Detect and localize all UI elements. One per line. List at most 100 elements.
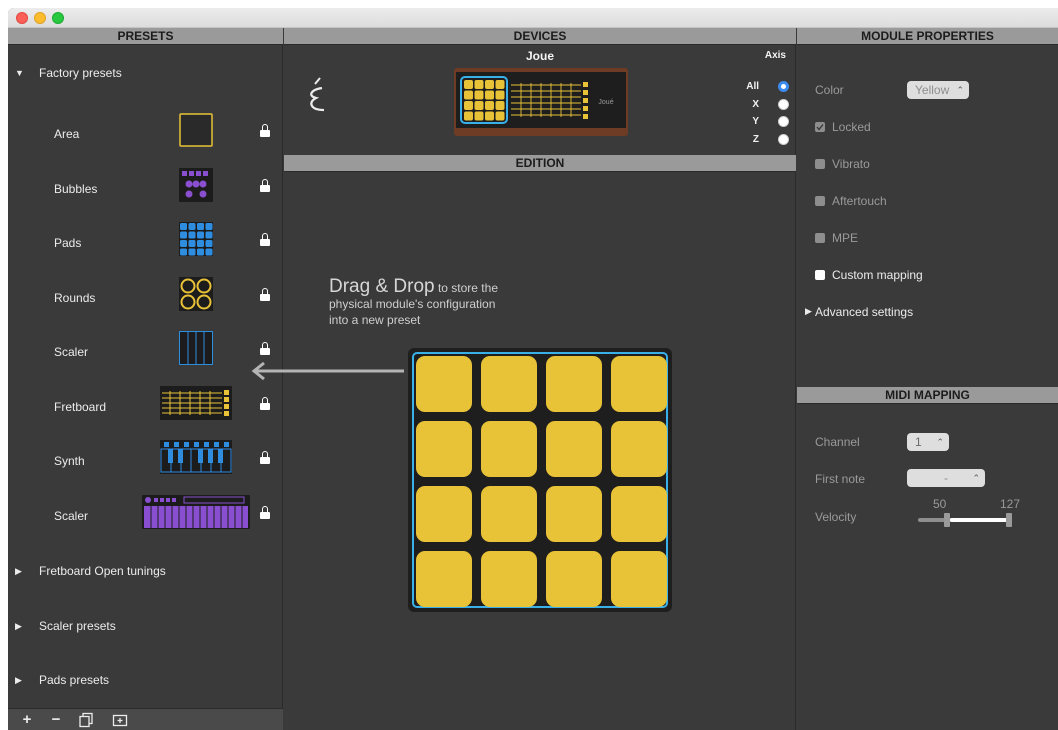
axis-z-radio[interactable] [778,134,789,145]
first-note-label: First note [815,472,866,486]
pad[interactable] [416,356,472,412]
preset-label: Pads [54,236,82,250]
axis-label-all: All [746,81,759,92]
preset-item-area[interactable]: Area [8,111,283,161]
pad[interactable] [611,421,667,477]
preset-item-bubbles[interactable]: Bubbles [8,166,283,216]
device-board-image[interactable]: Joué [454,68,628,136]
pads-thumbnail-icon [179,222,213,256]
group-factory-presets[interactable]: ▼ Factory presets [8,63,283,83]
velocity-range-fill [950,518,1008,522]
axis-title: Axis [764,50,786,61]
group-label: Pads presets [39,673,110,687]
pad[interactable] [481,486,537,542]
preset-label: Scaler [54,345,89,359]
advanced-settings-disclosure-icon[interactable]: ▶ [805,306,812,317]
pad[interactable] [611,551,667,607]
pad[interactable] [611,486,667,542]
advanced-settings-label[interactable]: Advanced settings [815,305,913,319]
disclosure-collapsed-icon[interactable]: ▶ [15,616,22,636]
preset-label: Area [54,127,80,141]
pad[interactable] [546,551,602,607]
new-folder-icon[interactable] [112,712,130,730]
lock-icon [260,342,270,356]
remove-preset-button[interactable]: − [47,711,65,729]
synth-thumbnail-icon [160,440,232,474]
preset-label: Rounds [54,291,96,305]
duplicate-icon[interactable] [78,712,96,730]
axis-all-radio[interactable] [778,81,789,92]
axis-label-y: Y [752,116,759,127]
group-label: Factory presets [39,66,122,80]
first-note-select[interactable]: - ⌃ [907,469,985,487]
preset-item-fretboard[interactable]: Fretboard [8,384,283,434]
maximize-window-button[interactable] [52,12,64,24]
first-note-value: - [944,471,948,485]
velocity-min-handle[interactable] [944,513,950,527]
module-properties-header: MODULE PROPERTIES [797,28,1058,45]
mpe-checkbox[interactable] [815,233,825,243]
color-label: Color [815,83,844,97]
velocity-label: Velocity [815,510,857,524]
preset-label: Bubbles [54,182,98,196]
pad[interactable] [481,551,537,607]
fretboard-thumbnail-icon [160,386,232,420]
preset-item-scaler-keys[interactable]: Scaler [8,493,283,543]
pad[interactable] [481,356,537,412]
pad[interactable] [416,486,472,542]
pad[interactable] [546,421,602,477]
aftertouch-checkbox[interactable] [815,196,825,206]
pad[interactable] [546,486,602,542]
preset-item-scaler[interactable]: Scaler [8,329,283,379]
velocity-max-handle[interactable] [1006,513,1012,527]
edition-header: EDITION [284,155,796,172]
locked-checkbox[interactable] [815,122,825,132]
scaler-keys-thumbnail-icon [142,495,250,529]
add-preset-button[interactable]: + [18,711,36,729]
disclosure-collapsed-icon[interactable]: ▶ [15,561,22,581]
axis-y-radio[interactable] [778,116,789,127]
drag-arrow-icon [251,362,404,380]
properties-panel: MODULE PROPERTIES Color Yellow ⌃ Locked … [797,28,1058,730]
aftertouch-label: Aftertouch [832,194,887,208]
axis-label-x: X [752,99,759,110]
pad[interactable] [546,356,602,412]
presets-panel: PRESETS ▼ Factory presets Area Bubbles P… [8,28,283,730]
preset-label: Fretboard [54,400,107,414]
pad[interactable] [416,551,472,607]
rounds-thumbnail-icon [179,277,213,311]
scaler-thumbnail-icon [179,331,213,365]
vibrato-checkbox[interactable] [815,159,825,169]
velocity-range-track[interactable] [918,513,1012,527]
close-window-button[interactable] [16,12,28,24]
lock-icon [260,506,270,520]
group-label: Scaler presets [39,619,116,633]
lock-icon [260,124,270,138]
pad[interactable] [481,421,537,477]
preset-item-pads[interactable]: Pads [8,220,283,270]
module-pad-grid[interactable] [408,348,672,612]
preset-label: Synth [54,454,85,468]
presets-header: PRESETS [8,28,283,45]
channel-stepper[interactable]: 1 ⌃ [907,433,949,451]
channel-label: Channel [815,435,860,449]
velocity-min-value: 50 [933,497,947,511]
vibrato-label: Vibrato [832,157,870,171]
group-scaler-presets[interactable]: ▶ Scaler presets [8,616,283,636]
preset-item-rounds[interactable]: Rounds [8,275,283,325]
pad[interactable] [611,356,667,412]
group-fretboard-open-tunings[interactable]: ▶ Fretboard Open tunings [8,561,283,581]
custom-mapping-label: Custom mapping [832,268,923,282]
color-select[interactable]: Yellow ⌃ [907,81,969,99]
preset-item-synth[interactable]: Synth [8,438,283,488]
minimize-window-button[interactable] [34,12,46,24]
disclosure-expanded-icon[interactable]: ▼ [15,63,24,83]
axis-x-radio[interactable] [778,99,789,110]
group-pads-presets[interactable]: ▶ Pads presets [8,670,283,690]
disclosure-collapsed-icon[interactable]: ▶ [15,670,22,690]
device-name: Joue [525,49,554,63]
custom-mapping-checkbox[interactable] [815,270,825,280]
pad[interactable] [416,421,472,477]
joue-logo-icon [310,77,325,112]
color-select-value: Yellow [915,83,950,97]
